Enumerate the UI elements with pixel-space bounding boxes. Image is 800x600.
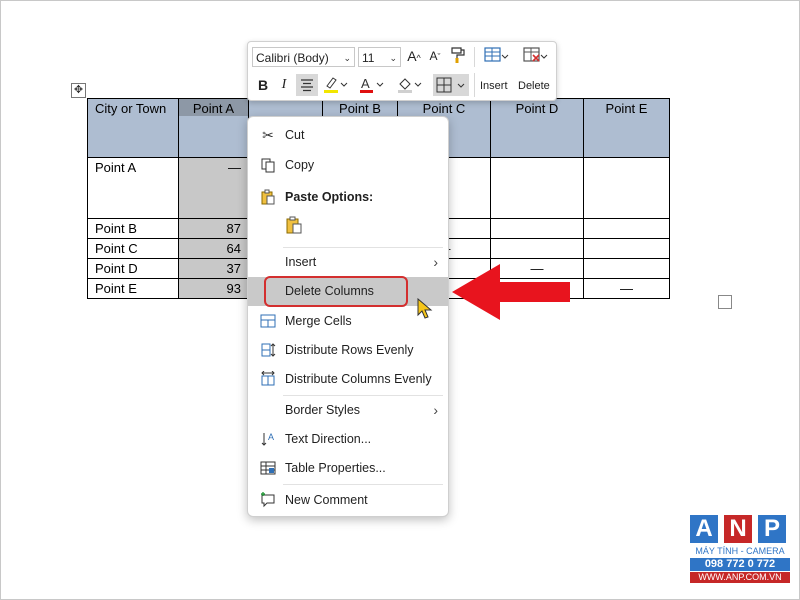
cell[interactable] [583, 258, 670, 279]
insert-table-icon[interactable] [481, 46, 511, 71]
italic-icon[interactable]: I [276, 75, 292, 95]
text-direction-icon: A [258, 426, 278, 455]
value-cell-selected[interactable]: 93 [178, 278, 249, 299]
menu-item-text-direction[interactable]: A Text Direction... [248, 426, 448, 452]
menu-item-distribute-rows[interactable]: Distribute Rows Evenly [248, 337, 448, 363]
cell[interactable] [490, 218, 584, 239]
menu-item-table-properties[interactable]: Table Properties... [248, 455, 448, 481]
table-move-handle-icon[interactable]: ✥ [71, 83, 86, 98]
paste-options-heading: Paste Options: [248, 184, 448, 210]
chevron-down-icon: ⌄ [343, 53, 351, 63]
copy-icon [258, 152, 278, 181]
menu-item-label: Paste Options: [285, 190, 374, 204]
menu-divider [283, 247, 443, 248]
value-cell-selected[interactable]: 37 [178, 258, 249, 279]
logo-letter: P [758, 515, 786, 543]
toolbar-divider [474, 47, 475, 67]
anp-logo: A N P MÁY TÍNH - CAMERA 098 772 0 772 WW… [690, 515, 790, 585]
menu-item-label: Table Properties... [285, 461, 386, 475]
merge-cells-icon [258, 308, 278, 337]
menu-item-distribute-columns[interactable]: Distribute Columns Evenly [248, 366, 448, 392]
menu-item-label: Insert [285, 255, 317, 269]
value-cell-selected[interactable]: — [178, 157, 249, 219]
cell[interactable] [583, 238, 670, 259]
menu-divider [283, 395, 443, 396]
row-label-cell[interactable]: Point D [87, 258, 179, 279]
paste-keep-formatting-icon[interactable] [282, 215, 306, 237]
mouse-pointer-icon [417, 298, 433, 319]
logo-website: WWW.ANP.COM.VN [690, 572, 790, 583]
highlight-color-icon[interactable] [321, 75, 349, 100]
svg-text:A: A [268, 432, 274, 442]
menu-item-label: Copy [285, 158, 315, 172]
mini-toolbar: Calibri (Body) ⌄ 11 ⌄ A^ Aˇ B I A Insert… [247, 41, 557, 101]
menu-item-border-styles[interactable]: Border Styles › [248, 397, 448, 423]
chevron-right-icon: › [433, 254, 438, 270]
font-color-icon[interactable]: A [357, 75, 385, 100]
font-size-dropdown[interactable]: 11 ⌄ [358, 47, 401, 67]
svg-text:A: A [361, 76, 370, 91]
menu-item-cut[interactable]: ✂ Cut [248, 122, 448, 148]
header-cell[interactable]: Point D [490, 98, 584, 158]
toolbar-divider [474, 73, 475, 97]
menu-item-label: Text Direction... [285, 432, 372, 446]
cell[interactable] [583, 218, 670, 239]
header-cell[interactable]: Point E [583, 98, 670, 158]
logo-letter: A [690, 515, 718, 543]
menu-item-label: Border Styles [285, 403, 361, 417]
table-resize-handle[interactable] [718, 295, 732, 309]
header-cell-label: Point A [179, 99, 248, 116]
center-align-icon[interactable] [296, 74, 318, 96]
shrink-font-icon[interactable]: Aˇ [426, 46, 444, 67]
delete-button[interactable]: Delete [518, 80, 550, 92]
menu-divider [283, 484, 443, 485]
row-label-cell[interactable]: Point B [87, 218, 179, 239]
chevron-down-icon: ⌄ [389, 53, 397, 63]
row-label-cell[interactable]: Point C [87, 238, 179, 259]
delete-table-icon[interactable] [520, 46, 550, 71]
header-cell-selected[interactable]: Point A [178, 98, 249, 158]
borders-icon[interactable] [433, 74, 469, 96]
logo-phone: 098 772 0 772 [690, 558, 790, 571]
menu-item-label: Cut [285, 128, 305, 142]
cell[interactable]: — [583, 278, 670, 299]
menu-item-label: Distribute Columns Evenly [285, 372, 432, 386]
delete-columns-highlight [264, 276, 408, 307]
distribute-rows-icon [258, 337, 278, 366]
header-cell[interactable]: City or Town [87, 98, 179, 158]
red-arrow-icon [452, 264, 570, 320]
clipboard-icon [258, 184, 278, 213]
font-size-value: 11 [362, 51, 375, 65]
font-name-dropdown[interactable]: Calibri (Body) ⌄ [252, 47, 355, 67]
row-label-cell[interactable]: Point A [87, 157, 179, 219]
value-cell-selected[interactable]: 87 [178, 218, 249, 239]
cell[interactable] [490, 157, 584, 219]
menu-item-label: Distribute Rows Evenly [285, 343, 414, 357]
menu-item-label: New Comment [285, 493, 368, 507]
format-painter-icon[interactable] [448, 46, 468, 69]
distribute-columns-icon [258, 366, 278, 395]
logo-letter: N [724, 515, 752, 543]
scissors-icon: ✂ [262, 127, 274, 143]
menu-item-insert[interactable]: Insert › [248, 249, 448, 275]
new-comment-icon [258, 487, 278, 516]
value-cell-selected[interactable]: 64 [178, 238, 249, 259]
bold-icon[interactable]: B [254, 75, 272, 95]
insert-button[interactable]: Insert [480, 80, 508, 92]
menu-item-copy[interactable]: Copy [248, 152, 448, 178]
shading-icon[interactable] [395, 75, 423, 100]
cell[interactable] [490, 238, 584, 259]
menu-item-label: Merge Cells [285, 314, 352, 328]
font-name-value: Calibri (Body) [256, 51, 329, 65]
logo-tagline: MÁY TÍNH - CAMERA [695, 546, 785, 556]
row-label-cell[interactable]: Point E [87, 278, 179, 299]
cell[interactable] [583, 157, 670, 219]
table-properties-icon [258, 455, 278, 484]
menu-item-new-comment[interactable]: New Comment [248, 487, 448, 513]
grow-font-icon[interactable]: A^ [405, 46, 423, 68]
chevron-right-icon: › [433, 402, 438, 418]
